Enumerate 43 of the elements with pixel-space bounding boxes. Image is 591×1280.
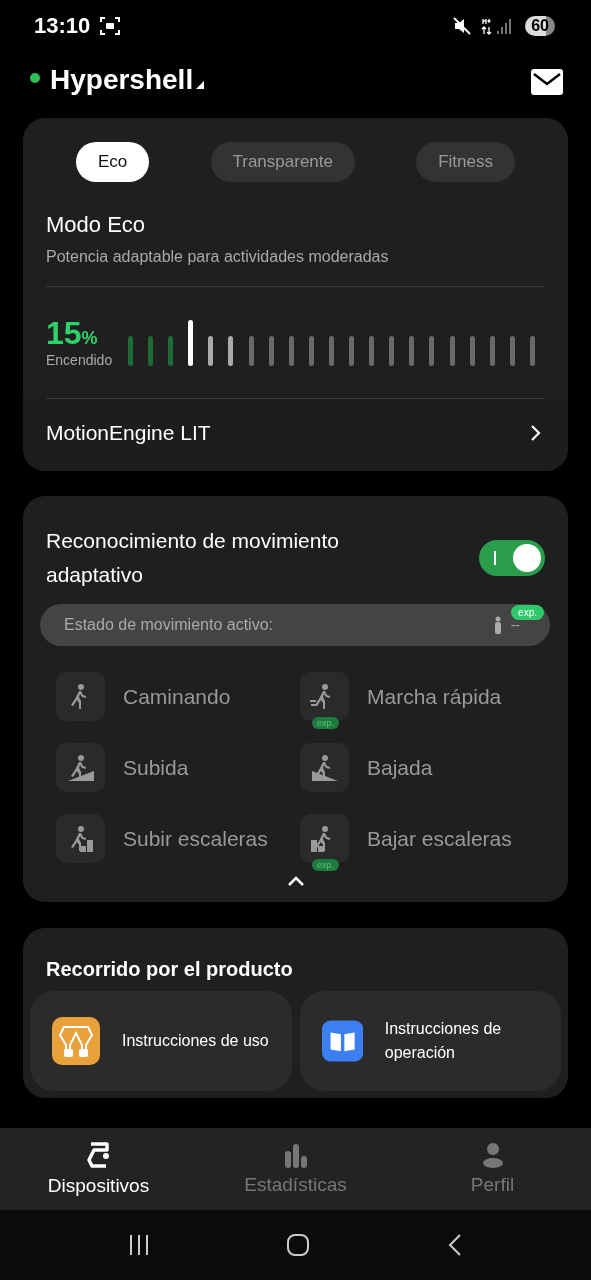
home-icon[interactable] xyxy=(286,1233,311,1257)
status-label: Estado de movimiento activo: xyxy=(64,616,274,634)
recents-icon[interactable] xyxy=(128,1234,151,1256)
mute-icon xyxy=(453,17,472,35)
tour-item[interactable]: Instrucciones de operación xyxy=(299,991,561,1091)
mode-title: Modo Eco xyxy=(45,211,147,238)
mode-tab[interactable]: Eco xyxy=(76,142,150,182)
book-icon xyxy=(321,1017,363,1065)
mail-icon[interactable] xyxy=(531,69,563,95)
status-time: 13:10 xyxy=(34,13,91,39)
experimental-badge: exp. xyxy=(511,605,544,620)
mode-tab[interactable]: Transparente xyxy=(210,142,355,182)
activity-label: Subir escaleras xyxy=(123,826,268,851)
screenshot-icon xyxy=(100,17,121,35)
motion-toggle[interactable] xyxy=(479,540,545,576)
dropdown-icon[interactable] xyxy=(196,81,205,89)
tour-item[interactable]: Instrucciones de uso xyxy=(30,991,292,1091)
hiker-icon xyxy=(309,752,340,783)
back-icon[interactable] xyxy=(446,1233,463,1257)
nav-tab[interactable]: Dispositivos xyxy=(0,1128,197,1210)
experimental-badge: exp. xyxy=(312,717,339,729)
status-value: -- xyxy=(510,617,520,633)
mode-tab[interactable]: Fitness xyxy=(416,142,515,182)
power-value: 15% xyxy=(46,315,99,352)
device-icon xyxy=(52,1017,100,1065)
device-name[interactable]: Hypershell xyxy=(50,64,194,96)
tour-title: Recorrido por el producto xyxy=(45,957,294,982)
motion-title: Reconocimiento de movimiento adaptativo xyxy=(46,528,340,588)
chevron-up-icon xyxy=(286,875,305,887)
nav-tab[interactable]: Estadísticas xyxy=(197,1128,394,1210)
mode-description: Potencia adaptable para actividades moderadas xyxy=(45,247,390,267)
bar-chart-icon xyxy=(282,1142,309,1168)
standing-person-icon xyxy=(492,616,503,634)
chevron-right-icon xyxy=(530,424,542,442)
activity-label: Bajar escaleras xyxy=(367,826,512,851)
experimental-badge: exp. xyxy=(312,859,339,871)
activity-label: Caminando xyxy=(123,684,231,709)
activity-label: Bajada xyxy=(367,755,433,780)
activity-label: Subida xyxy=(123,755,189,780)
nav-tab[interactable]: Perfil xyxy=(394,1128,591,1210)
battery-level: 60 xyxy=(525,16,555,36)
activity-label: Marcha rápida xyxy=(367,684,502,709)
power-caption: Encendido xyxy=(46,352,114,368)
